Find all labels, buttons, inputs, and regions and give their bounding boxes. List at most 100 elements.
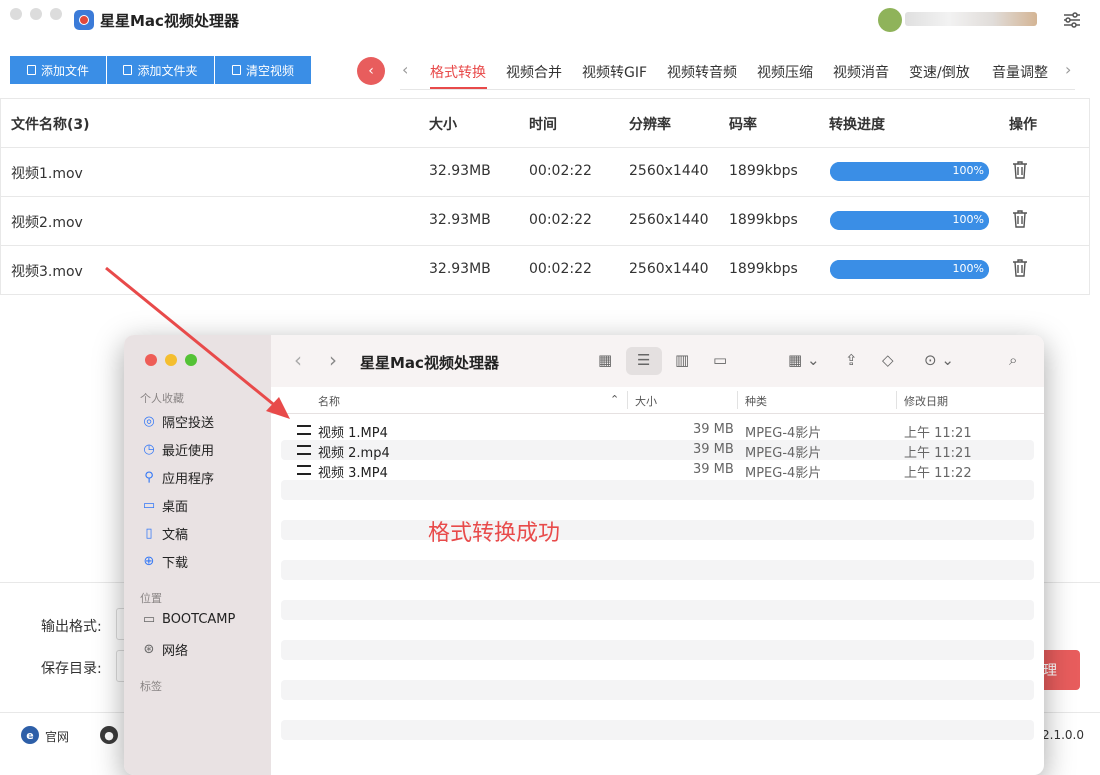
more-actions-icon[interactable]: ⊙ ⌄ bbox=[924, 351, 954, 369]
app-logo-icon bbox=[74, 10, 94, 30]
tabs-scroll-left-icon[interactable]: ‹ bbox=[402, 60, 408, 79]
file-name: 视频3.mov bbox=[11, 264, 83, 280]
user-name-blurred[interactable] bbox=[905, 12, 1037, 26]
file-resolution: 2560x1440 bbox=[629, 212, 709, 228]
finder-minimize-button[interactable] bbox=[165, 354, 177, 366]
tabs-scroll-right-icon[interactable]: › bbox=[1065, 60, 1071, 79]
sort-chevron-icon: ⌃ bbox=[610, 393, 620, 406]
header-progress: 转换进度 bbox=[829, 117, 885, 133]
progress-bar: 100% bbox=[830, 162, 989, 181]
tab-video-to-gif[interactable]: 视频转GIF bbox=[582, 62, 647, 82]
icon-view-icon[interactable]: ▦ bbox=[598, 351, 612, 369]
sidebar-header-locations: 位置 bbox=[140, 592, 162, 605]
file-list-item[interactable]: 视频 1.MP4 39 MB MPEG-4影片 上午 11:21 bbox=[281, 420, 1034, 441]
header-time: 时间 bbox=[529, 117, 557, 133]
column-view-icon[interactable]: ▥ bbox=[675, 351, 689, 369]
progress-bar: 100% bbox=[830, 260, 989, 279]
file-list-item[interactable]: 视频 2.mp4 39 MB MPEG-4影片 上午 11:21 bbox=[281, 440, 1034, 461]
table-row[interactable]: 视频3.mov 32.93MB 00:02:22 2560x1440 1899k… bbox=[1, 246, 1089, 294]
back-chevron-icon[interactable]: ‹ bbox=[294, 348, 302, 372]
sidebar-item-desktop[interactable]: ▭ 桌面 bbox=[142, 496, 188, 515]
website-link[interactable]: 官网 bbox=[45, 728, 69, 745]
column-kind[interactable]: 种类 bbox=[745, 393, 767, 409]
finder-column-header: 名称 ⌃ 大小 种类 修改日期 bbox=[271, 387, 1044, 414]
header-resolution: 分辨率 bbox=[629, 117, 671, 133]
sidebar-item-documents[interactable]: ▯ 文稿 bbox=[142, 524, 188, 543]
window-close-button[interactable] bbox=[10, 8, 22, 20]
file-bitrate: 1899kbps bbox=[729, 212, 798, 228]
delete-trash-icon[interactable] bbox=[1012, 259, 1028, 277]
gallery-view-icon[interactable]: ▭ bbox=[713, 351, 727, 369]
file-duration: 00:02:22 bbox=[529, 261, 592, 277]
file-size: 32.93MB bbox=[429, 163, 491, 179]
tab-volume-adjust[interactable]: 音量调整 bbox=[992, 62, 1048, 82]
app-title: 星星Mac视频处理器 bbox=[100, 12, 239, 30]
output-format-label: 输出格式: bbox=[41, 619, 102, 635]
airdrop-icon: ◎ bbox=[143, 414, 155, 429]
forward-chevron-icon[interactable]: › bbox=[329, 348, 337, 372]
add-folder-button[interactable]: 添加文件夹 bbox=[107, 56, 214, 84]
file-resolution: 2560x1440 bbox=[629, 163, 709, 179]
video-file-icon bbox=[297, 465, 311, 475]
window-zoom-button[interactable] bbox=[50, 8, 62, 20]
tag-icon[interactable]: ◇ bbox=[882, 351, 894, 369]
video-file-icon bbox=[297, 445, 311, 455]
column-name[interactable]: 名称 bbox=[318, 393, 340, 409]
success-annotation: 格式转换成功 bbox=[428, 521, 561, 546]
file-name: 视频2.mov bbox=[11, 215, 83, 231]
progress-bar: 100% bbox=[830, 211, 989, 230]
file-table: 文件名称(3) 大小 时间 分辨率 码率 转换进度 操作 视频1.mov 32.… bbox=[0, 98, 1090, 295]
website-icon[interactable]: e bbox=[21, 726, 39, 744]
collapse-button[interactable]: ‹ bbox=[357, 57, 385, 85]
tab-format-convert[interactable]: 格式转换 bbox=[430, 62, 486, 82]
sidebar-item-applications[interactable]: ⚲ 应用程序 bbox=[142, 468, 214, 487]
column-size[interactable]: 大小 bbox=[635, 393, 657, 409]
finder-zoom-button[interactable] bbox=[185, 354, 197, 366]
header-bitrate: 码率 bbox=[729, 117, 757, 133]
sidebar-item-downloads[interactable]: ⊕ 下载 bbox=[142, 552, 188, 571]
clear-videos-button[interactable]: 清空视频 bbox=[215, 56, 311, 84]
settings-sliders-icon[interactable] bbox=[1062, 10, 1082, 30]
share-icon[interactable]: ⇪ bbox=[845, 351, 858, 369]
file-bitrate: 1899kbps bbox=[729, 261, 798, 277]
save-dir-label: 保存目录: bbox=[41, 661, 102, 677]
version-text: 2.1.0.0 bbox=[1042, 728, 1084, 742]
sidebar-item-bootcamp[interactable]: ▭ BOOTCAMP bbox=[142, 612, 236, 627]
delete-trash-icon[interactable] bbox=[1012, 161, 1028, 179]
delete-trash-icon[interactable] bbox=[1012, 210, 1028, 228]
header-name: 文件名称(3) bbox=[11, 117, 90, 133]
tab-video-merge[interactable]: 视频合并 bbox=[506, 62, 562, 82]
header-action: 操作 bbox=[1009, 117, 1037, 133]
search-icon[interactable]: ⌕ bbox=[1009, 351, 1017, 369]
file-size: 32.93MB bbox=[429, 261, 491, 277]
tab-video-to-audio[interactable]: 视频转音频 bbox=[667, 62, 737, 82]
table-header: 文件名称(3) 大小 时间 分辨率 码率 转换进度 操作 bbox=[1, 99, 1089, 148]
table-row[interactable]: 视频1.mov 32.93MB 00:02:22 2560x1440 1899k… bbox=[1, 148, 1089, 197]
folder-icon bbox=[123, 65, 133, 75]
start-process-button[interactable]: 理 bbox=[1040, 650, 1080, 690]
file-duration: 00:02:22 bbox=[529, 212, 592, 228]
file-list-item[interactable]: 视频 3.MP4 39 MB MPEG-4影片 上午 11:22 bbox=[281, 460, 1034, 481]
finder-title: 星星Mac视频处理器 bbox=[360, 354, 499, 372]
column-modified[interactable]: 修改日期 bbox=[904, 393, 948, 409]
sidebar-item-network[interactable]: ⊛ 网络 bbox=[142, 640, 188, 659]
sidebar-item-airdrop[interactable]: ◎ 隔空投送 bbox=[142, 412, 214, 431]
trash-icon bbox=[231, 65, 241, 75]
add-file-button[interactable]: 添加文件 bbox=[10, 56, 106, 84]
tab-video-mute[interactable]: 视频消音 bbox=[833, 62, 889, 82]
tab-video-compress[interactable]: 视频压缩 bbox=[757, 62, 813, 82]
window-minimize-button[interactable] bbox=[30, 8, 42, 20]
apps-icon: ⚲ bbox=[144, 470, 154, 485]
chat-icon[interactable]: ● bbox=[100, 726, 118, 744]
file-size: 32.93MB bbox=[429, 212, 491, 228]
drive-icon: ▭ bbox=[142, 612, 156, 627]
sidebar-item-recents[interactable]: ◷ 最近使用 bbox=[142, 440, 214, 459]
finder-window: 个人收藏 ◎ 隔空投送 ◷ 最近使用 ⚲ 应用程序 ▭ 桌面 ▯ 文稿 ⊕ 下载 位置 ▭ B… bbox=[124, 335, 1044, 775]
network-icon: ⊛ bbox=[143, 642, 155, 657]
desktop-icon: ▭ bbox=[142, 498, 156, 513]
tab-speed-reverse[interactable]: 变速/倒放 bbox=[909, 62, 970, 82]
finder-close-button[interactable] bbox=[145, 354, 157, 366]
avatar[interactable] bbox=[878, 8, 902, 32]
table-row[interactable]: 视频2.mov 32.93MB 00:02:22 2560x1440 1899k… bbox=[1, 197, 1089, 246]
group-menu-icon[interactable]: ▦ ⌄ bbox=[788, 351, 820, 369]
